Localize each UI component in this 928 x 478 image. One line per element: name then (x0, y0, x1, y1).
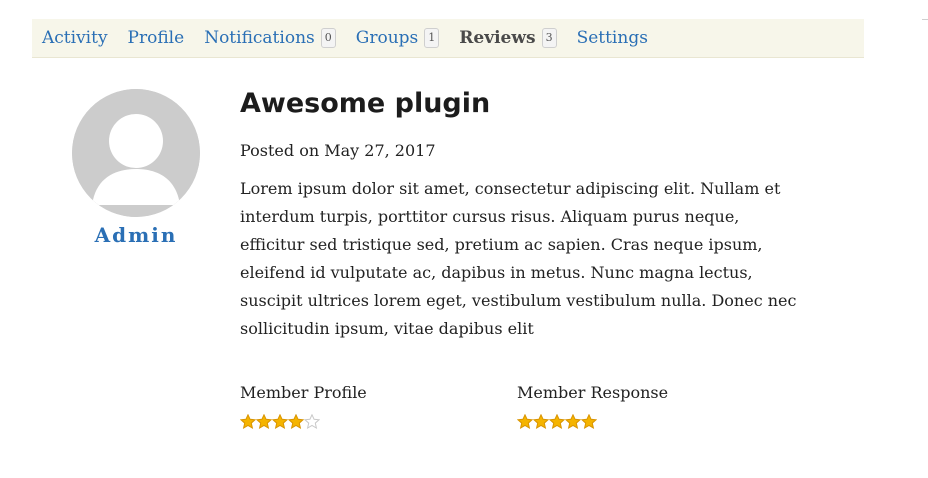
star-filled-icon (565, 414, 581, 429)
profile-tab-bar: Activity Profile Notifications 0 Groups … (32, 19, 864, 58)
star-filled-icon (549, 414, 565, 429)
tab-label: Settings (576, 28, 648, 48)
tab-settings[interactable]: Settings (577, 28, 648, 48)
tab-label: Reviews (459, 28, 536, 48)
tab-label: Groups (355, 28, 419, 48)
star-filled-icon (288, 414, 304, 429)
tab-reviews[interactable]: Reviews 3 (459, 28, 557, 48)
tab-profile[interactable]: Profile (128, 28, 185, 48)
rating-label-member-profile: Member Profile (240, 383, 367, 402)
star-rating-member-response (517, 414, 597, 430)
count-badge: 1 (424, 28, 440, 48)
count-badge: 3 (541, 28, 557, 48)
star-filled-icon (240, 414, 256, 429)
tab-label: Notifications (204, 28, 315, 48)
star-empty-icon (304, 414, 320, 429)
star-filled-icon (517, 414, 533, 429)
review-date: Posted on May 27, 2017 (240, 141, 436, 160)
star-filled-icon (256, 414, 272, 429)
review-author-link[interactable]: Admin (72, 223, 200, 247)
rating-label-member-response: Member Response (517, 383, 669, 402)
star-filled-icon (581, 414, 597, 429)
count-badge: 0 (320, 28, 336, 48)
review-body: Lorem ipsum dolor sit amet, consectetur … (240, 179, 797, 338)
review-title: Awesome plugin (240, 88, 491, 119)
tab-groups[interactable]: Groups 1 (356, 28, 440, 48)
default-avatar-icon (72, 89, 200, 217)
star-rating-member-profile (240, 414, 320, 430)
tab-label: Activity (42, 28, 108, 48)
avatar[interactable] (72, 89, 200, 217)
star-filled-icon (533, 414, 549, 429)
divider (922, 19, 928, 20)
tab-notifications[interactable]: Notifications 0 (204, 28, 336, 48)
tab-label: Profile (127, 28, 185, 48)
tab-activity[interactable]: Activity (42, 28, 108, 48)
star-filled-icon (272, 414, 288, 429)
